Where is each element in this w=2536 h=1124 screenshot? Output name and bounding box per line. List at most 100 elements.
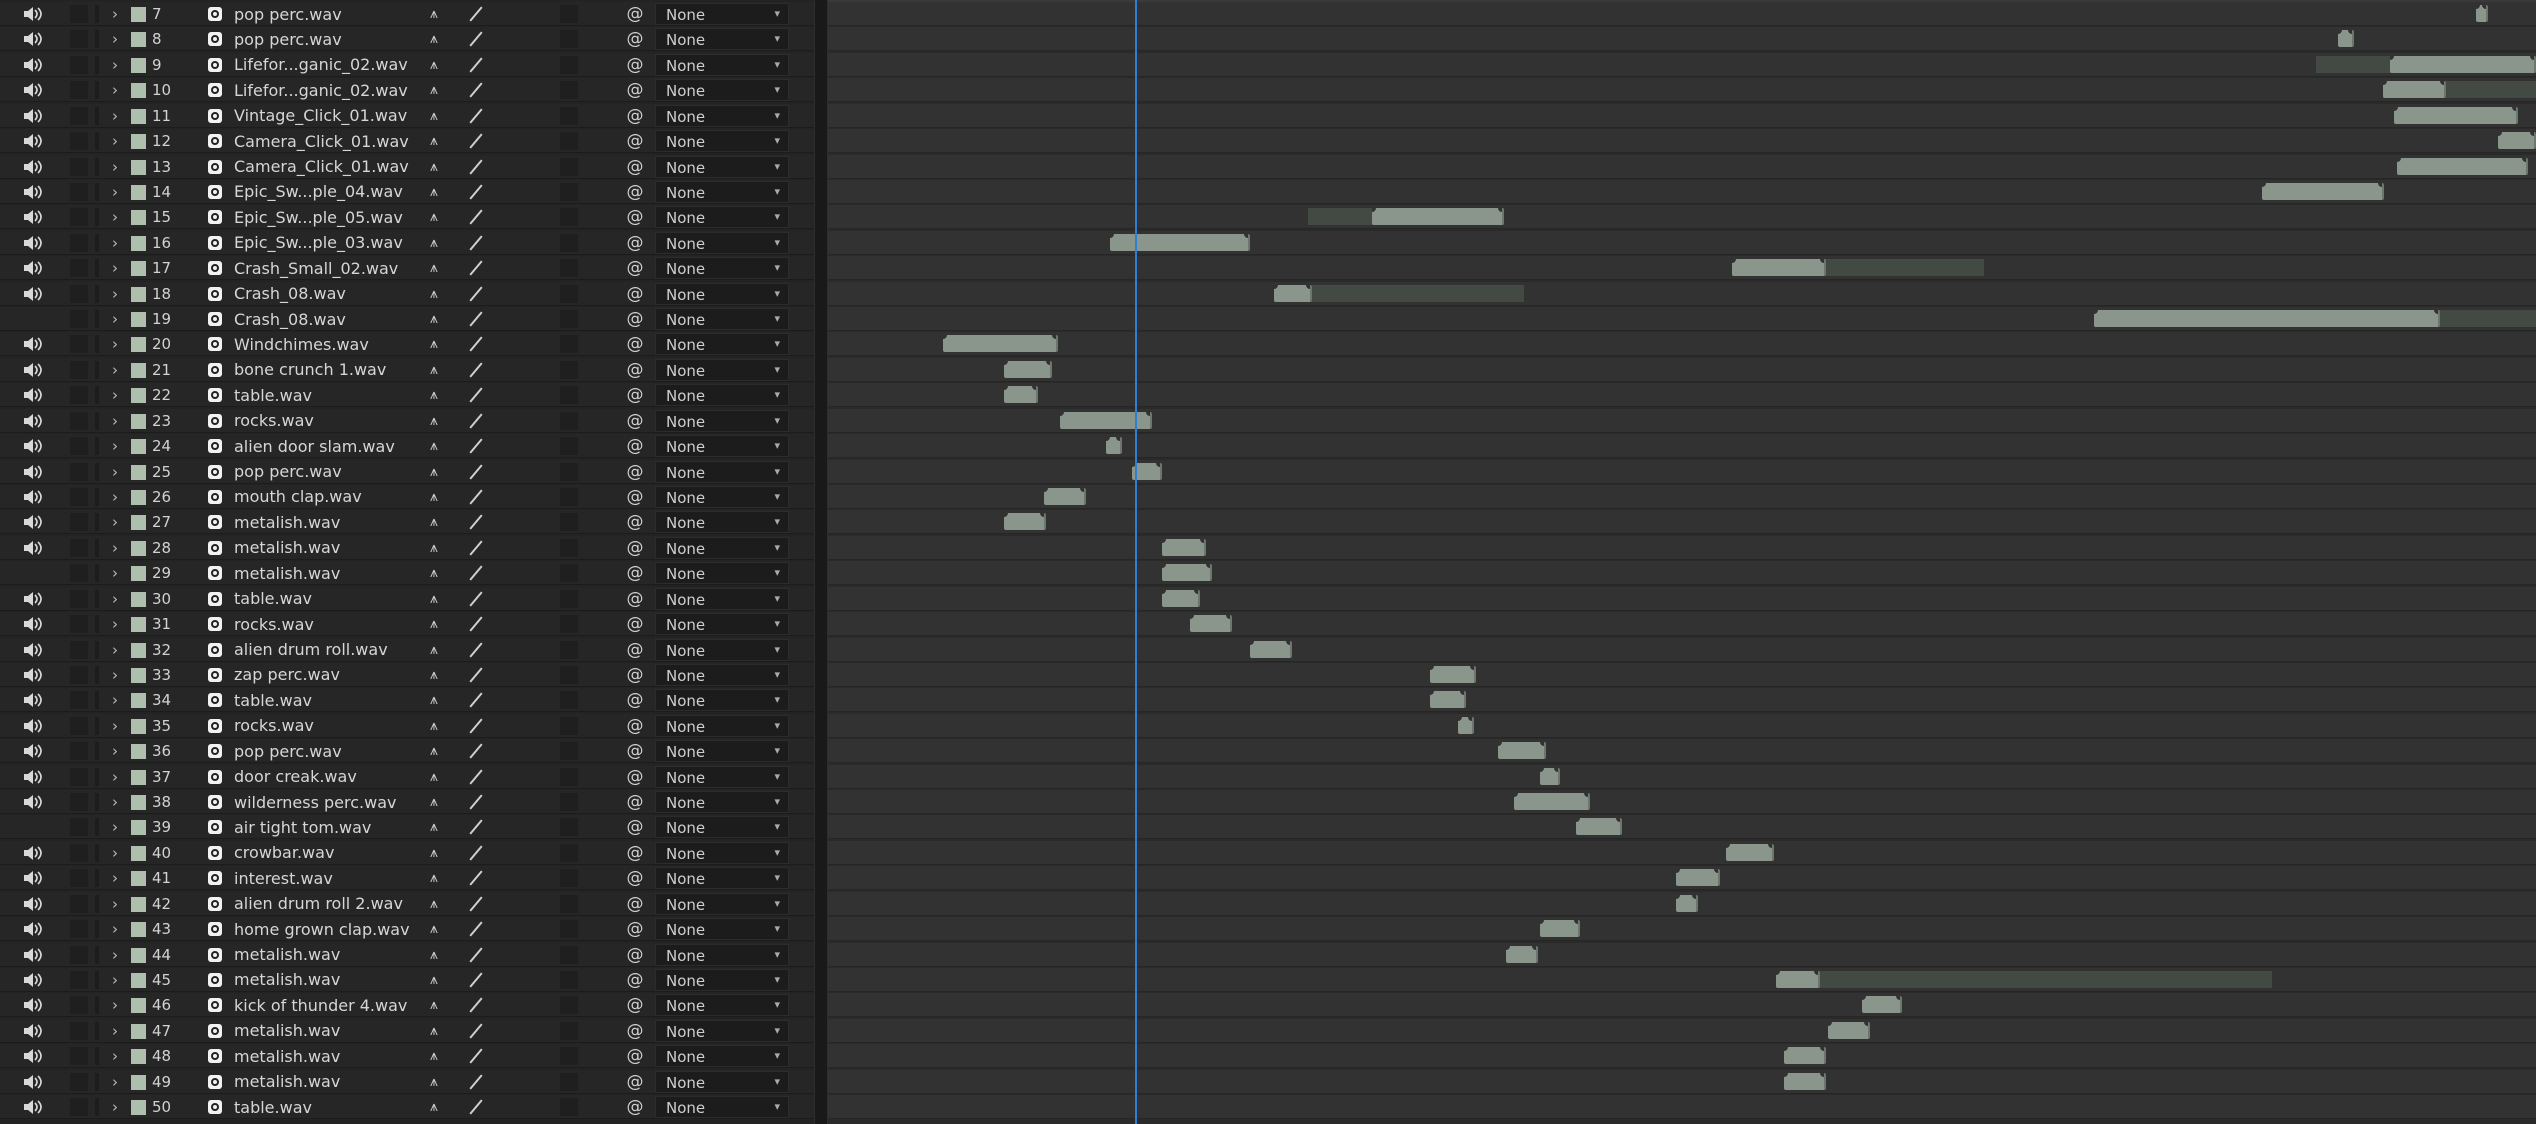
pickwhip-spiral-icon[interactable]: @ — [625, 78, 645, 102]
timeline-track[interactable] — [828, 891, 2536, 916]
speaker-icon[interactable] — [22, 510, 62, 534]
effects-toggle[interactable] — [560, 843, 578, 862]
quality-slash-icon[interactable] — [466, 1095, 486, 1119]
pickwhip-spiral-icon[interactable]: @ — [625, 1070, 645, 1094]
chevron-right-icon[interactable]: › — [108, 968, 122, 992]
shy-icon[interactable]: ⩚ — [424, 282, 444, 306]
layer-name[interactable]: alien drum roll.wav — [234, 638, 424, 662]
speaker-icon[interactable] — [22, 790, 62, 814]
shy-icon[interactable]: ⩚ — [424, 2, 444, 26]
speaker-icon[interactable] — [22, 180, 62, 204]
quality-slash-icon[interactable] — [466, 104, 486, 128]
label-color-swatch[interactable] — [131, 286, 146, 302]
effects-toggle[interactable] — [560, 742, 578, 761]
layer-name[interactable]: rocks.wav — [234, 409, 424, 433]
layer-name[interactable]: pop perc.wav — [234, 2, 424, 26]
label-color-swatch[interactable] — [131, 134, 146, 150]
audio-clip-bar[interactable] — [1274, 284, 1312, 302]
speaker-icon[interactable] — [22, 663, 62, 687]
lock-toggle[interactable] — [95, 615, 99, 634]
timeline-track[interactable] — [828, 1044, 2536, 1069]
solo-toggle[interactable] — [70, 335, 88, 354]
audio-clip-bar[interactable] — [1110, 233, 1250, 251]
layer-name[interactable]: Windchimes.wav — [234, 332, 424, 356]
speaker-icon[interactable] — [22, 688, 62, 712]
chevron-right-icon[interactable]: › — [108, 866, 122, 890]
audio-clip-bar[interactable] — [1004, 360, 1052, 378]
layer-row[interactable]: › 48 metalish.wav ⩚ @ None ▾ — [0, 1044, 814, 1069]
lock-toggle[interactable] — [95, 284, 99, 303]
parent-dropdown[interactable]: None ▾ — [655, 435, 789, 458]
layer-row[interactable]: › 9 Lifefor...ganic_02.wav ⩚ @ None ▾ — [0, 52, 814, 77]
lock-toggle[interactable] — [95, 208, 99, 227]
pickwhip-spiral-icon[interactable]: @ — [625, 434, 645, 458]
effects-toggle[interactable] — [560, 1021, 578, 1040]
speaker-icon[interactable] — [22, 358, 62, 382]
label-color-swatch[interactable] — [131, 32, 146, 48]
quality-slash-icon[interactable] — [466, 332, 486, 356]
solo-toggle[interactable] — [70, 920, 88, 939]
speaker-icon[interactable] — [22, 841, 62, 865]
layer-name[interactable]: wilderness perc.wav — [234, 790, 424, 814]
effects-toggle[interactable] — [560, 5, 578, 23]
effects-toggle[interactable] — [560, 869, 578, 888]
layer-name[interactable]: alien drum roll 2.wav — [234, 892, 424, 916]
chevron-right-icon[interactable]: › — [108, 282, 122, 306]
label-color-swatch[interactable] — [131, 312, 146, 328]
layer-name[interactable]: pop perc.wav — [234, 27, 424, 51]
pickwhip-spiral-icon[interactable]: @ — [625, 53, 645, 77]
solo-toggle[interactable] — [70, 386, 88, 405]
chevron-right-icon[interactable]: › — [108, 892, 122, 916]
shy-icon[interactable]: ⩚ — [424, 993, 444, 1017]
label-color-swatch[interactable] — [131, 489, 146, 505]
lock-toggle[interactable] — [95, 386, 99, 405]
chevron-right-icon[interactable]: › — [108, 2, 122, 26]
layer-row[interactable]: › 49 metalish.wav ⩚ @ None ▾ — [0, 1069, 814, 1094]
quality-slash-icon[interactable] — [466, 612, 486, 636]
pickwhip-spiral-icon[interactable]: @ — [625, 27, 645, 51]
shy-icon[interactable]: ⩚ — [424, 129, 444, 153]
panel-divider[interactable] — [814, 0, 828, 1124]
quality-slash-icon[interactable] — [466, 892, 486, 916]
audio-clip-bar[interactable] — [1498, 742, 1546, 760]
pickwhip-spiral-icon[interactable]: @ — [625, 892, 645, 916]
quality-slash-icon[interactable] — [466, 917, 486, 941]
quality-slash-icon[interactable] — [466, 638, 486, 662]
parent-dropdown[interactable]: None ▾ — [655, 714, 789, 737]
solo-toggle[interactable] — [70, 742, 88, 761]
effects-toggle[interactable] — [560, 284, 578, 303]
chevron-right-icon[interactable]: › — [108, 663, 122, 687]
shy-icon[interactable]: ⩚ — [424, 485, 444, 509]
chevron-right-icon[interactable]: › — [108, 612, 122, 636]
shy-icon[interactable]: ⩚ — [424, 358, 444, 382]
pickwhip-spiral-icon[interactable]: @ — [625, 307, 645, 331]
chevron-right-icon[interactable]: › — [108, 180, 122, 204]
shy-icon[interactable]: ⩚ — [424, 78, 444, 102]
chevron-right-icon[interactable]: › — [108, 383, 122, 407]
shy-icon[interactable]: ⩚ — [424, 434, 444, 458]
chevron-right-icon[interactable]: › — [108, 78, 122, 102]
quality-slash-icon[interactable] — [466, 78, 486, 102]
effects-toggle[interactable] — [560, 1072, 578, 1091]
solo-toggle[interactable] — [70, 360, 88, 379]
timeline-track[interactable] — [828, 662, 2536, 687]
label-color-swatch[interactable] — [131, 1049, 146, 1065]
speaker-icon[interactable] — [22, 485, 62, 509]
layer-row[interactable]: › 14 Epic_Sw...ple_04.wav ⩚ @ None ▾ — [0, 179, 814, 204]
layer-name[interactable]: table.wav — [234, 1095, 424, 1119]
parent-dropdown[interactable]: None ▾ — [655, 816, 789, 839]
layer-row[interactable]: › 40 crowbar.wav ⩚ @ None ▾ — [0, 840, 814, 865]
solo-toggle[interactable] — [70, 793, 88, 812]
label-color-swatch[interactable] — [131, 820, 146, 836]
timeline-track[interactable] — [828, 52, 2536, 77]
lock-toggle[interactable] — [95, 132, 99, 151]
chevron-right-icon[interactable]: › — [108, 688, 122, 712]
speaker-icon[interactable] — [22, 332, 62, 356]
pickwhip-spiral-icon[interactable]: @ — [625, 256, 645, 280]
timeline-track[interactable] — [828, 535, 2536, 560]
pickwhip-spiral-icon[interactable]: @ — [625, 993, 645, 1017]
lock-toggle[interactable] — [95, 742, 99, 761]
layer-name[interactable]: bone crunch 1.wav — [234, 358, 424, 382]
chevron-right-icon[interactable]: › — [108, 917, 122, 941]
shy-icon[interactable]: ⩚ — [424, 866, 444, 890]
